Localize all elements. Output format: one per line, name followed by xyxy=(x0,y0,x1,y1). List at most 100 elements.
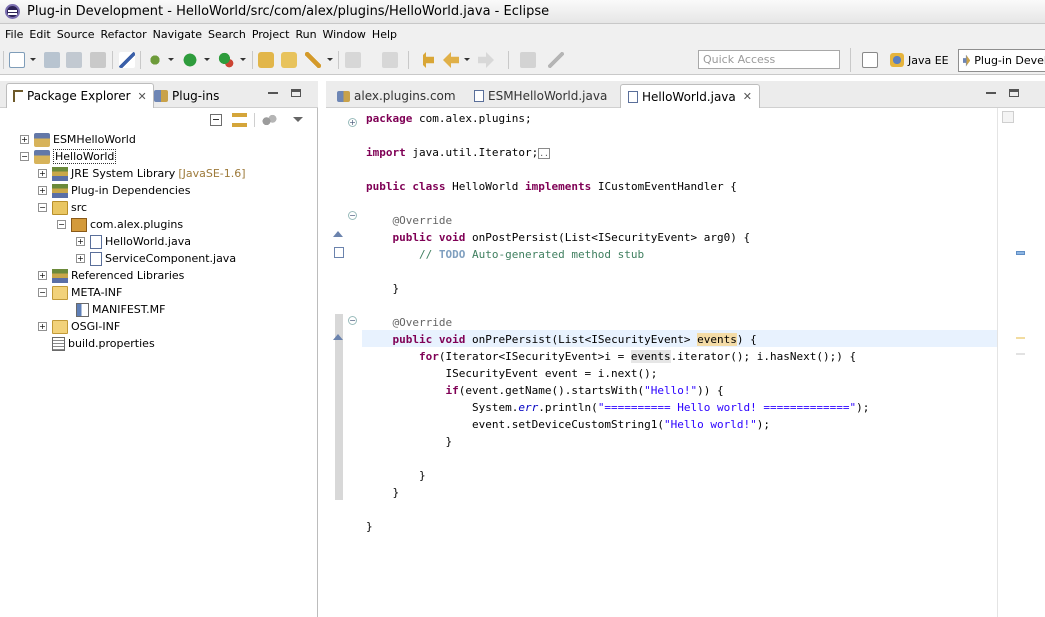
tab-package-explorer[interactable]: Package Explorer ✕ xyxy=(6,83,154,108)
expand-icon[interactable]: + xyxy=(38,322,47,331)
todo-token: TODO xyxy=(438,248,466,261)
maximize-icon[interactable] xyxy=(291,89,301,97)
open-perspective-icon[interactable] xyxy=(862,52,878,68)
keyword-token: package xyxy=(366,112,413,125)
collapse-icon[interactable]: − xyxy=(20,152,29,161)
back-icon[interactable] xyxy=(443,52,459,68)
view-menu-icon[interactable] xyxy=(293,117,303,122)
override-marker-icon[interactable] xyxy=(333,334,343,340)
back-dropdown-icon[interactable] xyxy=(464,58,470,61)
quick-diff-summary-icon[interactable] xyxy=(1002,111,1014,123)
annotation-gutter: + − − xyxy=(346,108,362,617)
previous-annotation-icon[interactable] xyxy=(382,52,398,68)
print-icon[interactable] xyxy=(90,52,106,68)
toggle-breakpoints-icon[interactable] xyxy=(119,52,135,68)
tree-item-helloworld[interactable]: − HelloWorld xyxy=(20,148,117,165)
expand-icon[interactable]: + xyxy=(76,254,85,263)
open-folder-icon[interactable] xyxy=(281,52,297,68)
library-icon xyxy=(52,183,68,198)
debug-icon[interactable] xyxy=(147,52,163,68)
expand-fold-icon[interactable]: + xyxy=(348,118,357,127)
expand-icon[interactable]: + xyxy=(38,271,47,280)
tree-item-manifest-mf[interactable]: MANIFEST.MF xyxy=(76,301,165,318)
tree-item-jre-system-library[interactable]: + JRE System Library [JavaSE-1.6] xyxy=(38,165,246,182)
close-icon[interactable]: ✕ xyxy=(743,90,752,103)
menu-refactor[interactable]: Refactor xyxy=(100,28,152,41)
code-token: } xyxy=(392,486,400,499)
override-marker-icon[interactable] xyxy=(333,231,343,237)
link-with-editor-icon[interactable] xyxy=(232,113,247,127)
menu-file[interactable]: File xyxy=(4,28,28,41)
code-token: (event.getName().startsWith( xyxy=(458,384,645,397)
tab-alex-plugins-com[interactable]: alex.plugins.com xyxy=(330,84,463,108)
minimize-icon[interactable] xyxy=(986,91,996,94)
collapse-icon[interactable]: − xyxy=(38,203,47,212)
tab-esmhelloworld-java[interactable]: ESMHelloWorld.java xyxy=(467,84,614,108)
occurrence-overview-marker[interactable] xyxy=(1016,353,1025,355)
collapse-icon[interactable]: − xyxy=(57,220,66,229)
collapse-icon[interactable]: − xyxy=(38,288,47,297)
tab-helloworld-java[interactable]: HelloWorld.java ✕ xyxy=(620,84,760,108)
tree-item-build-properties[interactable]: build.properties xyxy=(52,335,155,352)
collapse-all-icon[interactable] xyxy=(210,114,222,126)
maximize-icon[interactable] xyxy=(1009,89,1019,97)
menu-navigate[interactable]: Navigate xyxy=(152,28,207,41)
code-line-15: for(Iterator<ISecurityEvent>i = events.i… xyxy=(366,348,856,365)
show-whitespace-icon[interactable] xyxy=(548,52,564,68)
forward-icon[interactable] xyxy=(478,52,494,68)
task-overview-marker[interactable] xyxy=(1016,251,1025,255)
new-dropdown-icon[interactable] xyxy=(30,58,36,61)
main-toolbar xyxy=(0,44,1045,75)
tree-item-referenced-libraries[interactable]: + Referenced Libraries xyxy=(38,267,184,284)
tree-item-servicecomponent-java[interactable]: + ServiceComponent.java xyxy=(76,250,236,267)
keyword-token: implements xyxy=(524,180,592,193)
external-tools-icon[interactable] xyxy=(218,52,234,68)
perspective-java-ee-button[interactable]: Java EE xyxy=(890,49,949,71)
tree-item-osgi-inf[interactable]: + OSGI-INF xyxy=(38,318,120,335)
next-annotation-icon[interactable] xyxy=(345,52,361,68)
folded-imports-indicator[interactable]: .. xyxy=(538,148,550,159)
code-token: ICustomEventHandler { xyxy=(591,180,737,193)
run-dropdown-icon[interactable] xyxy=(204,58,210,61)
tree-item-com-alex-plugins[interactable]: − com.alex.plugins xyxy=(57,216,183,233)
expand-icon[interactable]: + xyxy=(38,169,47,178)
menu-window[interactable]: Window xyxy=(322,28,371,41)
close-icon[interactable]: ✕ xyxy=(138,90,147,103)
search-dropdown-icon[interactable] xyxy=(327,58,333,61)
save-all-icon[interactable] xyxy=(66,52,82,68)
code-token: (Iterator<ISecurityEvent>i = xyxy=(438,350,631,363)
quick-access-input[interactable]: Quick Access xyxy=(698,50,840,69)
tree-item-src[interactable]: − src xyxy=(38,199,87,216)
tree-item-esmhelloworld[interactable]: + ESMHelloWorld xyxy=(20,131,136,148)
tree-item-plug-in-dependencies[interactable]: + Plug-in Dependencies xyxy=(38,182,190,199)
search-icon[interactable] xyxy=(305,52,321,68)
new-icon[interactable] xyxy=(9,52,25,68)
menu-help[interactable]: Help xyxy=(371,28,402,41)
tree-item-meta-inf[interactable]: − META-INF xyxy=(38,284,122,301)
occurrence-overview-marker[interactable] xyxy=(1016,337,1025,339)
expand-icon[interactable]: + xyxy=(20,135,29,144)
menu-run[interactable]: Run xyxy=(294,28,321,41)
external-tools-dropdown-icon[interactable] xyxy=(240,58,246,61)
menu-source[interactable]: Source xyxy=(56,28,100,41)
menu-edit[interactable]: Edit xyxy=(28,28,55,41)
collapse-fold-icon[interactable]: − xyxy=(348,211,357,220)
expand-icon[interactable]: + xyxy=(76,237,85,246)
collapse-fold-icon[interactable]: − xyxy=(348,316,357,325)
perspective-plugin-development-button[interactable]: Plug-in Devel xyxy=(958,49,1045,72)
menu-project[interactable]: Project xyxy=(251,28,295,41)
java-source-editor[interactable]: package com.alex.plugins; import java.ut… xyxy=(362,108,997,617)
focus-on-task-icon[interactable] xyxy=(262,114,277,126)
last-edit-location-icon[interactable] xyxy=(418,52,434,68)
task-marker-icon[interactable] xyxy=(334,247,344,258)
open-type-icon[interactable] xyxy=(258,52,274,68)
expand-icon[interactable]: + xyxy=(38,186,47,195)
tree-item-helloworld-java[interactable]: + HelloWorld.java xyxy=(76,233,191,250)
debug-dropdown-icon[interactable] xyxy=(168,58,174,61)
menu-search[interactable]: Search xyxy=(207,28,251,41)
save-icon[interactable] xyxy=(44,52,60,68)
tab-plug-ins[interactable]: Plug-ins xyxy=(148,83,225,108)
pin-editor-icon[interactable] xyxy=(520,52,536,68)
run-icon[interactable] xyxy=(182,52,198,68)
minimize-icon[interactable] xyxy=(268,91,278,94)
